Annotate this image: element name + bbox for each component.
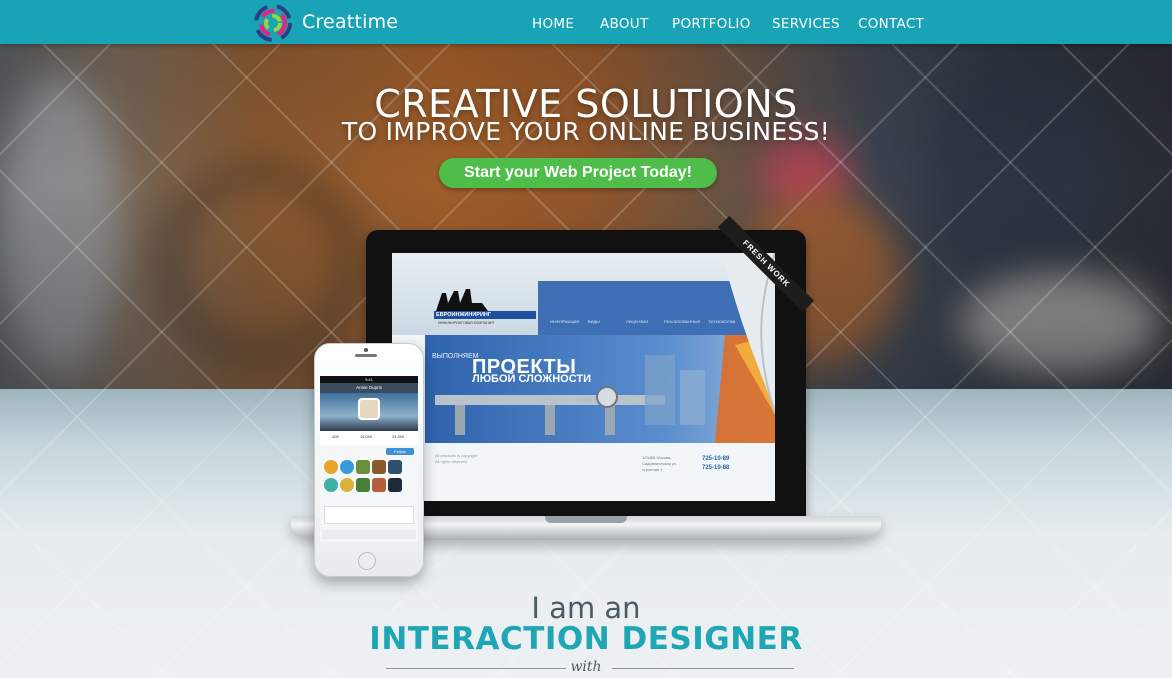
- phone-avatar: [358, 398, 380, 420]
- phone-stat-1: 405: [332, 434, 339, 439]
- brand-name[interactable]: Creattime: [302, 11, 398, 33]
- phone-achievement-grid: [324, 460, 416, 498]
- intro-line-1: I am an: [531, 591, 641, 625]
- showcase-logo: ЕВРОИНЖИНИРИНГ ИНЖИНИРИНГОВАЯ КОМПАНИЯ: [432, 281, 538, 327]
- nav-item-portfolio[interactable]: PORTFOLIO: [672, 16, 751, 32]
- laptop-notch: [545, 516, 627, 523]
- phone-stat-3: 24,300: [392, 434, 405, 439]
- creattime-logo-icon[interactable]: [253, 3, 293, 43]
- phone-screen-showcase[interactable]: 9:41 Annie Dupris 405 15,000 24,300 Foll…: [320, 376, 418, 542]
- intro-line-3: with: [570, 659, 602, 675]
- showcase-phone-1: 725-10-89: [702, 456, 730, 462]
- phone-stat-2: 15,000: [360, 434, 373, 439]
- showcase-logo-subtext: ИНЖИНИРИНГОВАЯ КОМПАНИЯ: [438, 321, 494, 325]
- phone-profile-stats: 405 15,000 24,300: [320, 431, 418, 445]
- showcase-logo-text: ЕВРОИНЖИНИРИНГ: [436, 312, 491, 318]
- nav-item-contact[interactable]: CONTACT: [858, 16, 924, 32]
- laptop-screen-showcase[interactable]: ЕВРОИНЖИНИРИНГ ИНЖИНИРИНГОВАЯ КОМПАНИЯ И…: [392, 253, 775, 501]
- showcase-banner-sub: ЛЮБОЙ СЛОЖНОСТИ: [472, 373, 592, 385]
- nav-item-home[interactable]: HOME: [532, 16, 574, 32]
- intro-title: INTERACTION DESIGNER: [369, 621, 803, 657]
- phone-app-title: Annie Dupris: [320, 383, 418, 393]
- showcase-address: 123456 Москва, Садовническая ул. строение …: [642, 455, 678, 472]
- phone-comment-input: [322, 530, 416, 539]
- phone-follow-button: Follow: [386, 448, 414, 455]
- start-project-button[interactable]: Start your Web Project Today!: [439, 158, 717, 188]
- showcase-copyright: All products is copyright All rights rese…: [435, 453, 478, 464]
- showcase-phones: 725-10-89 725-10-88: [702, 455, 729, 473]
- phone-home-button: [358, 552, 376, 570]
- phone-camera: [364, 348, 368, 352]
- nav-item-services[interactable]: SERVICES: [772, 16, 840, 32]
- phone-speaker: [355, 354, 377, 357]
- phone-feed-item: [324, 506, 414, 524]
- hero-subheadline: TO IMPROVE YOUR ONLINE BUSINESS!: [341, 117, 831, 146]
- top-navigation-bar: Creattime HOME ABOUT PORTFOLIO SERVICES …: [0, 0, 1172, 44]
- showcase-phone-2: 725-10-88: [702, 465, 730, 471]
- nav-item-about[interactable]: ABOUT: [600, 16, 649, 32]
- phone-status-bar: 9:41: [320, 376, 418, 383]
